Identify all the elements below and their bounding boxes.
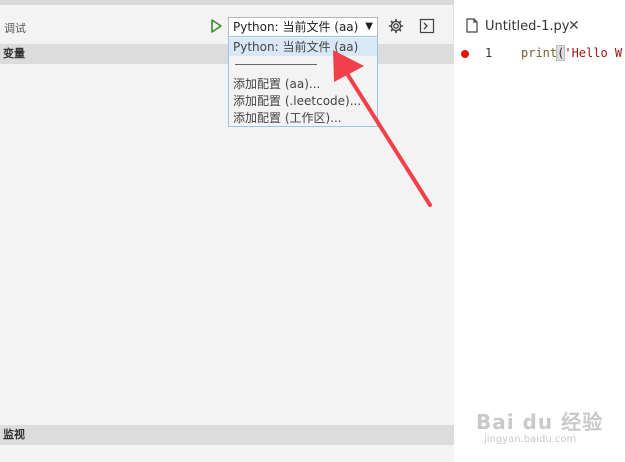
code-string: 'Hello W (564, 46, 623, 60)
dropdown-separator (235, 64, 317, 65)
dropdown-option-current-file[interactable]: Python: 当前文件 (aa) (229, 38, 377, 56)
dropdown-option-add-config-workspace[interactable]: 添加配置 (工作区)... (229, 109, 377, 127)
gear-icon (388, 18, 404, 34)
chevron-down-icon: ▼ (365, 21, 373, 32)
tab-label: Untitled-1.py (485, 19, 570, 34)
debug-toolbar: 调试 (0, 12, 454, 42)
dropdown-option-add-config-aa[interactable]: 添加配置 (aa)... (229, 75, 377, 93)
code-function: print (521, 46, 558, 60)
editor-tab[interactable]: Untitled-1.py ✕ (455, 10, 590, 43)
code-line[interactable]: print('Hello W (521, 45, 623, 61)
variables-section-header[interactable]: 变量 (0, 44, 454, 64)
baidu-watermark: Bai du 经验 jingyan.baidu.com (476, 406, 616, 452)
breakpoint-dot[interactable] (461, 50, 469, 58)
debug-title: 调试 (4, 22, 26, 35)
debug-console-icon (419, 18, 435, 34)
start-debugging-button[interactable] (207, 17, 225, 35)
watch-section-header[interactable]: 监视 (0, 425, 454, 445)
top-strip (0, 0, 454, 5)
watermark-url: jingyan.baidu.com (484, 434, 577, 445)
open-launch-json-button[interactable] (388, 18, 404, 34)
watch-panel (0, 445, 454, 462)
debug-config-value: Python: 当前文件 (aa) (233, 20, 359, 34)
debug-config-select[interactable]: Python: 当前文件 (aa) ▼ (228, 17, 378, 37)
editor-area: Untitled-1.py ✕ 1 print('Hello W (455, 0, 625, 462)
debug-sidebar: 调试 Python: 当前文件 (aa) ▼ 变量 监视 (0, 0, 454, 462)
dropdown-option-add-config-leetcode[interactable]: 添加配置 (.leetcode)... (229, 92, 377, 110)
close-icon[interactable]: ✕ (568, 18, 580, 34)
debug-console-button[interactable] (419, 18, 435, 34)
line-number: 1 (485, 46, 493, 60)
play-icon (211, 19, 222, 33)
variables-panel (0, 64, 454, 425)
watermark-logo: Bai du 经验 (476, 410, 604, 434)
file-icon (466, 18, 478, 36)
debug-config-dropdown: Python: 当前文件 (aa) 添加配置 (aa)... 添加配置 (.le… (228, 36, 378, 127)
